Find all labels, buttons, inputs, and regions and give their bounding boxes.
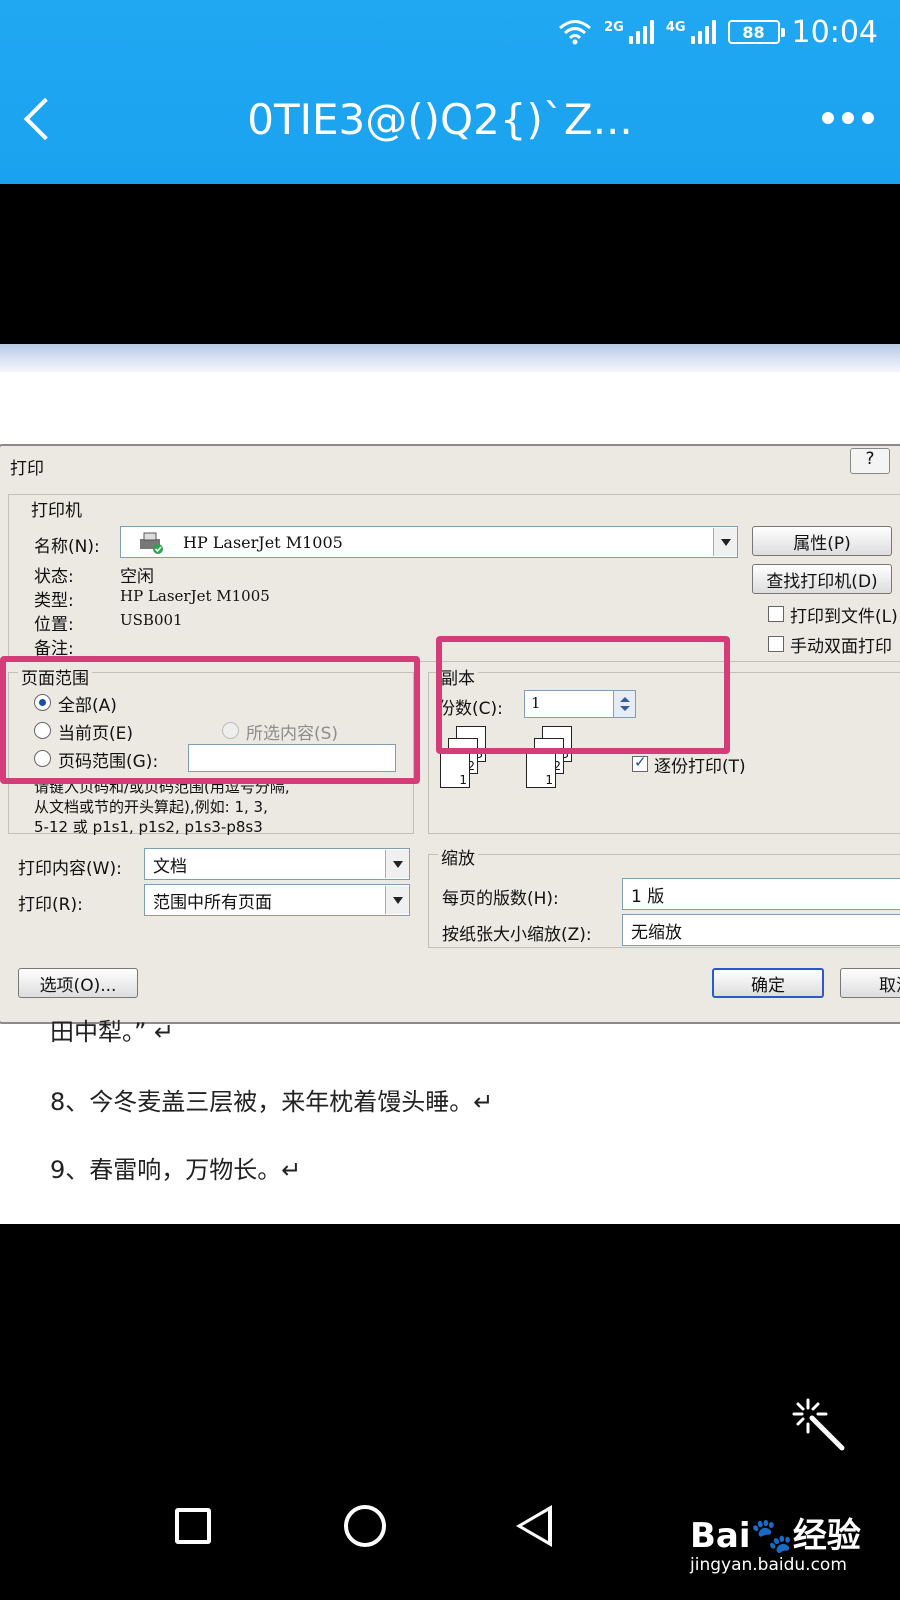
highlight-copies: [436, 636, 730, 754]
wifi-icon: [558, 19, 592, 45]
magic-wand-icon[interactable]: [790, 1396, 850, 1456]
chevron-down-icon[interactable]: [385, 886, 409, 914]
paw-icon: 🐾: [750, 1516, 793, 1556]
print-label: 打印(R):: [18, 895, 83, 915]
clock: 10:04: [791, 14, 878, 50]
chevron-down-icon[interactable]: [385, 850, 409, 878]
type-value: HP LaserJet M1005: [120, 587, 270, 605]
print-what-label: 打印内容(W):: [18, 859, 122, 879]
signal-2g-icon: 2G: [604, 20, 654, 44]
signal-4g-icon: 4G: [666, 20, 716, 44]
nav-back-button[interactable]: [516, 1505, 552, 1547]
doc-line-3: 9、春雷响，万物长。↵: [50, 1156, 302, 1184]
back-button[interactable]: [20, 98, 60, 148]
home-button[interactable]: [344, 1505, 386, 1547]
more-options-icon[interactable]: [822, 112, 874, 124]
range-hint-line2: 从文档或节的开头算起),例如: 1, 3,: [34, 798, 268, 816]
name-label: 名称(N):: [34, 537, 100, 557]
options-button[interactable]: 选项(O)...: [18, 968, 138, 998]
signal-2g-label: 2G: [604, 20, 624, 35]
recent-apps-button[interactable]: [175, 1508, 211, 1544]
page-title: 0TIE3@()Q2{)`Z...: [247, 95, 633, 144]
type-label: 类型:: [34, 591, 74, 611]
screen: 2G 4G 88 10:04 0TIE3@()Q2{)`Z... 打印 ? 打印…: [0, 0, 900, 1600]
status-label: 状态:: [34, 567, 74, 587]
watermark-url: jingyan.baidu.com: [690, 1555, 847, 1575]
printer-icon: [137, 531, 165, 554]
where-value: USB001: [120, 611, 183, 629]
manual-duplex-checkbox[interactable]: [768, 636, 784, 652]
scale-label: 按纸张大小缩放(Z):: [442, 925, 592, 945]
battery-icon: 88: [727, 20, 785, 44]
printer-name: HP LaserJet M1005: [183, 532, 343, 552]
print-select[interactable]: 范围中所有页面: [144, 884, 410, 916]
manual-duplex-label: 手动双面打印: [790, 637, 892, 657]
watermark-brand: Bai: [690, 1516, 751, 1556]
print-to-file-checkbox[interactable]: [768, 606, 784, 622]
print-dialog: 打印 ? 打印机 名称(N): HP LaserJet M1005 属性(P) …: [0, 444, 900, 1024]
collate-label: 逐份打印(T): [654, 757, 746, 777]
printer-select[interactable]: HP LaserJet M1005: [120, 526, 738, 558]
where-label: 位置:: [34, 615, 74, 635]
doc-line-1: 田中犁。” ↵: [50, 1018, 175, 1046]
status-value: 空闲: [120, 567, 154, 587]
highlight-page-range: [0, 656, 420, 784]
doc-line-2: 8、今冬麦盖三层被，来年枕着馒头睡。↵: [50, 1088, 494, 1116]
pages-per-sheet-value: 1 版: [631, 886, 665, 907]
scale-value: 无缩放: [631, 922, 682, 943]
baidu-watermark: Bai🐾经验: [690, 1508, 861, 1557]
print-value: 范围中所有页面: [153, 892, 272, 913]
collate-checkbox[interactable]: [632, 753, 648, 772]
pages-per-sheet-select[interactable]: 1 版: [622, 878, 900, 910]
range-hint-line3: 5-12 或 p1s1, p1s2, p1s3-p8s3: [34, 818, 263, 836]
signal-4g-label: 4G: [665, 20, 686, 35]
status-bar: 2G 4G 88 10:04: [558, 12, 878, 52]
print-to-file-label: 打印到文件(L): [790, 607, 898, 627]
app-bar: 2G 4G 88 10:04 0TIE3@()Q2{)`Z...: [0, 0, 900, 184]
print-what-select[interactable]: 文档: [144, 848, 410, 880]
page-number: 1: [459, 773, 467, 787]
printer-group-title: 打印机: [28, 496, 85, 521]
ok-button[interactable]: 确定: [712, 968, 824, 998]
scale-select[interactable]: 无缩放: [622, 914, 900, 946]
properties-button[interactable]: 属性(P): [752, 526, 892, 556]
watermark-brand2: 经验: [792, 1516, 861, 1556]
print-what-value: 文档: [153, 856, 187, 877]
chevron-down-icon[interactable]: [713, 528, 737, 556]
window-top-band: [0, 344, 900, 372]
dialog-title: 打印: [10, 459, 44, 479]
page-number: 1: [545, 773, 553, 787]
find-printer-button[interactable]: 查找打印机(D): [752, 564, 892, 594]
screenshot-image: 打印 ? 打印机 名称(N): HP LaserJet M1005 属性(P) …: [0, 344, 900, 1224]
help-button[interactable]: ?: [850, 448, 890, 474]
pages-per-sheet-label: 每页的版数(H):: [442, 889, 559, 909]
zoom-title: 缩放: [438, 844, 478, 869]
cancel-button[interactable]: 取消: [840, 968, 900, 998]
